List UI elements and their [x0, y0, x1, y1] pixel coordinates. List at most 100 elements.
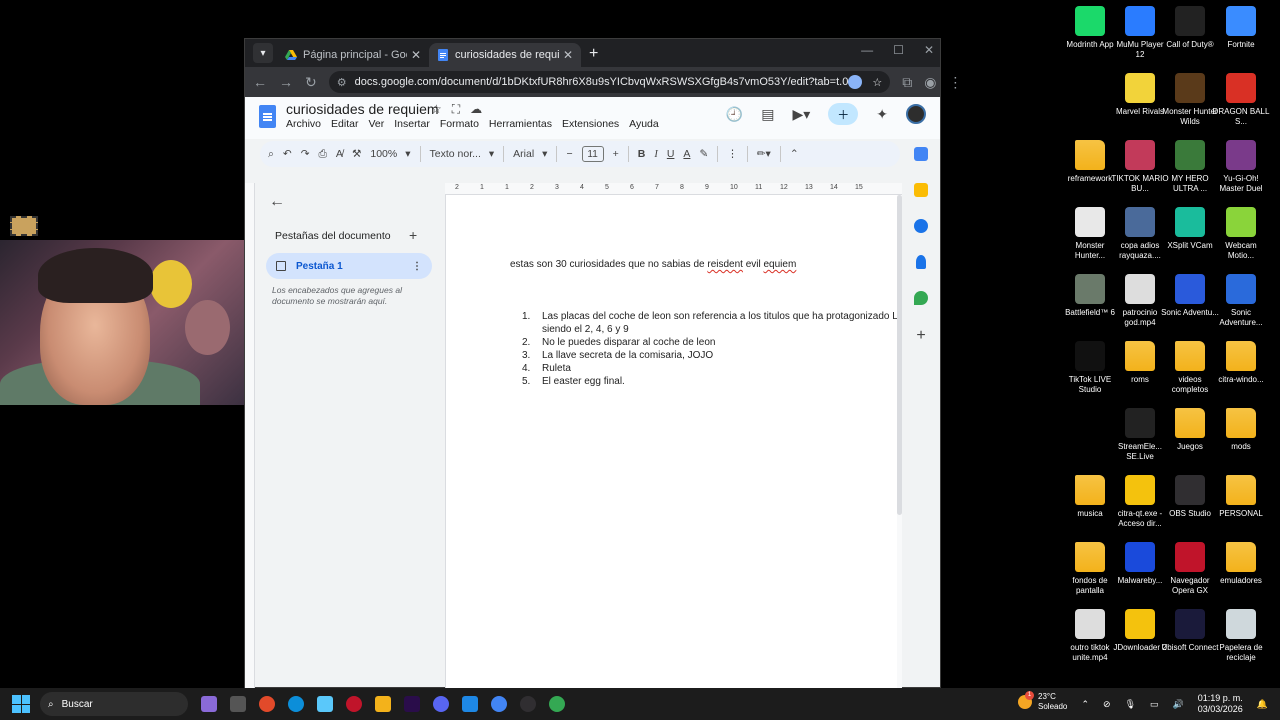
colorful-app-icon[interactable]	[259, 696, 275, 712]
bold-button[interactable]: B	[638, 148, 646, 160]
add-addon-icon[interactable]: +	[916, 327, 925, 345]
desktop-icon[interactable]: Fortnite	[1212, 6, 1270, 50]
app-icon[interactable]	[462, 696, 478, 712]
contacts-icon[interactable]	[916, 255, 926, 269]
maximize-icon[interactable]: ☐	[893, 43, 904, 57]
desktop-icon[interactable]: Ubisoft Connect	[1161, 609, 1219, 653]
misspelled-word[interactable]: reisdent	[707, 259, 743, 270]
network-muted-icon[interactable]: ⊘	[1103, 699, 1111, 710]
cloud-status-icon[interactable]: ☁	[470, 102, 482, 117]
more-options-icon[interactable]: ⋮	[727, 148, 738, 160]
copilot-icon[interactable]	[201, 696, 217, 712]
redo-icon[interactable]: ↷	[301, 148, 310, 160]
tasks-icon[interactable]	[914, 219, 928, 233]
keep-icon[interactable]	[914, 183, 928, 197]
chrome-profile-icon[interactable]	[549, 696, 565, 712]
style-select[interactable]: Texto nor... ▾	[430, 148, 495, 160]
scrollbar[interactable]	[897, 195, 902, 515]
copilot-app-icon[interactable]	[317, 696, 333, 712]
browser-menu-icon[interactable]: ⋮	[948, 74, 962, 91]
menu-formato[interactable]: Formato	[440, 118, 479, 130]
desktop-icon[interactable]: DRAGON BALL S...	[1212, 73, 1270, 127]
close-tab-icon[interactable]: ✕	[411, 48, 421, 62]
weather-widget[interactable]: 1 23°C Soleado	[1018, 691, 1067, 712]
desktop-icon[interactable]: Sonic Adventure...	[1212, 274, 1270, 328]
scrollbar-thumb[interactable]	[897, 195, 902, 515]
share-button[interactable]: ＋	[828, 103, 859, 125]
spellcheck-icon[interactable]: A̸	[336, 148, 343, 160]
volume-icon[interactable]: 🔊	[1173, 699, 1184, 710]
undo-icon[interactable]: ↶	[283, 148, 292, 160]
menu-archivo[interactable]: Archivo	[286, 118, 321, 130]
discord-icon[interactable]	[433, 696, 449, 712]
clock[interactable]: 01:19 p. m. 03/03/2026	[1198, 693, 1243, 715]
zoom-select[interactable]: 100% ▾	[370, 148, 410, 160]
font-select[interactable]: Arial ▾	[513, 148, 547, 160]
taskbar-search[interactable]: ⌕ Buscar	[40, 692, 188, 716]
file-explorer-icon[interactable]	[375, 696, 391, 712]
docs-logo-icon[interactable]	[259, 105, 276, 128]
tab-google-docs[interactable]: curiosidades de requiem - Doc ✕	[429, 43, 581, 67]
edge-icon[interactable]	[288, 696, 304, 712]
lens-icon[interactable]	[848, 75, 863, 89]
desktop-icon[interactable]: Call of Duty®	[1161, 6, 1219, 50]
document-page[interactable]: estas son 30 curiosidades que no sabias …	[445, 195, 902, 689]
obs-icon[interactable]	[520, 696, 536, 712]
text-color-button[interactable]: A	[683, 148, 690, 160]
premiere-icon[interactable]	[404, 696, 420, 712]
calendar-icon[interactable]	[914, 147, 928, 161]
star-icon[interactable]: ☆	[431, 102, 442, 117]
menu-editar[interactable]: Editar	[331, 118, 358, 130]
comments-icon[interactable]: ▤	[761, 106, 774, 123]
document-title[interactable]: curiosidades de requiem	[286, 101, 439, 117]
menu-insertar[interactable]: Insertar	[394, 118, 430, 130]
editing-mode-icon[interactable]: ✏▾	[757, 148, 771, 160]
search-menus-icon[interactable]: ⌕	[268, 148, 274, 161]
move-folder-icon[interactable]: ⛶	[452, 102, 460, 117]
document-tab-item[interactable]: Pestaña 1 ⋮	[266, 253, 432, 279]
minimize-icon[interactable]: —	[861, 43, 873, 57]
mic-icon[interactable]: 🎙	[1125, 699, 1136, 710]
profile-icon[interactable]: ◉	[924, 74, 936, 91]
decrease-size-icon[interactable]: −	[566, 148, 572, 160]
underline-button[interactable]: U	[667, 148, 675, 160]
back-icon[interactable]: ←	[253, 74, 267, 90]
desktop-icon[interactable]: Sonic Adventu...	[1161, 274, 1219, 318]
site-info-icon[interactable]: ⚙	[337, 76, 347, 89]
tab-options-icon[interactable]: ⋮	[412, 261, 422, 272]
tab-google-drive[interactable]: Página principal - Google Drive ✕	[277, 43, 429, 67]
desktop-icon[interactable]: Monster Hunter Wilds	[1161, 73, 1219, 127]
tab-search-icon[interactable]: ▾	[253, 43, 273, 63]
windows-start-icon[interactable]	[12, 695, 30, 713]
desktop-icon[interactable]: Navegador Opera GX	[1161, 542, 1219, 596]
back-arrow-icon[interactable]: ←	[269, 193, 285, 211]
desktop-icon[interactable]: XSplit VCam	[1161, 207, 1219, 251]
show-hidden-icons[interactable]: ⌃	[1081, 699, 1089, 710]
reload-icon[interactable]: ↻	[305, 74, 317, 91]
forward-icon[interactable]: →	[279, 74, 293, 90]
close-window-icon[interactable]: ✕	[924, 43, 934, 57]
misspelled-word[interactable]: equiem	[764, 259, 797, 270]
desktop-icon[interactable]: MY HERO ULTRA ...	[1161, 140, 1219, 194]
notifications-icon[interactable]: 🔔	[1257, 699, 1268, 710]
desktop-icon[interactable]: OBS Studio	[1161, 475, 1219, 519]
desktop-icon[interactable]: citra-windo...	[1212, 341, 1270, 385]
menu-ayuda[interactable]: Ayuda	[629, 118, 659, 130]
meet-icon[interactable]: ▶▾	[792, 106, 810, 123]
desktop-icon[interactable]: emuladores	[1212, 542, 1270, 586]
chrome-icon[interactable]	[491, 696, 507, 712]
history-icon[interactable]: 🕘	[726, 106, 743, 123]
maps-icon[interactable]	[914, 291, 928, 305]
desktop-icon[interactable]: videos completos	[1161, 341, 1219, 395]
font-size-input[interactable]: 11	[581, 146, 604, 162]
desktop-icon[interactable]: Yu-Gi-Oh! Master Duel	[1212, 140, 1270, 194]
menu-herramientas[interactable]: Herramientas	[489, 118, 552, 130]
close-tab-icon[interactable]: ✕	[563, 48, 573, 62]
increase-size-icon[interactable]: +	[613, 148, 619, 160]
menu-extensiones[interactable]: Extensiones	[562, 118, 619, 130]
print-icon[interactable]: ⎙	[319, 148, 327, 161]
avatar[interactable]	[906, 104, 926, 124]
highlight-icon[interactable]: ✎	[699, 148, 708, 160]
menu-ver[interactable]: Ver	[368, 118, 384, 130]
new-tab-button[interactable]: +	[589, 45, 598, 63]
